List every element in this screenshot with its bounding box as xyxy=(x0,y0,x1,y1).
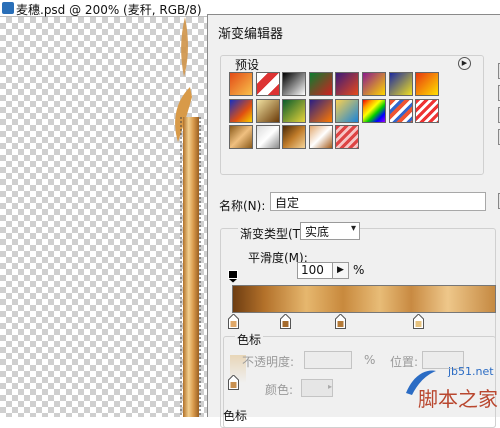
preset-swatch[interactable] xyxy=(415,72,440,96)
opacity-input[interactable] xyxy=(304,351,352,369)
photoshop-file-icon xyxy=(2,2,14,14)
wheat-stalk-artwork xyxy=(175,17,201,417)
name-input[interactable]: 自定 xyxy=(270,192,486,211)
smoothness-arrow-icon[interactable]: ▶ xyxy=(332,262,349,279)
color-label: 颜色: xyxy=(265,383,294,397)
opacity-label: 不透明度: xyxy=(242,355,295,369)
preset-swatch[interactable] xyxy=(388,72,413,96)
preset-swatch[interactable] xyxy=(229,125,253,150)
opacity-stop-marker[interactable] xyxy=(228,270,238,283)
color-stop-preview-icon xyxy=(228,375,239,390)
gradient-preview-bar[interactable] xyxy=(232,285,496,313)
preset-swatch[interactable] xyxy=(362,98,386,123)
preset-swatch[interactable] xyxy=(255,72,280,96)
gradient-type-select[interactable]: 实底 ▾ xyxy=(300,222,360,240)
preset-swatch[interactable] xyxy=(415,98,440,123)
preset-swatch[interactable] xyxy=(229,98,253,123)
chevron-right-icon[interactable]: ▸ xyxy=(328,379,338,395)
preset-swatch[interactable] xyxy=(282,125,307,150)
smoothness-unit: % xyxy=(353,263,365,277)
preset-swatch[interactable] xyxy=(282,98,307,123)
watermark-text: 脚本之家 xyxy=(418,387,498,411)
gradient-editor-dialog: 渐变编辑器 预设 ▶ 名称(N): 自定 渐变类型(T): 实底 ▾ 平滑度(M… xyxy=(207,14,500,428)
color-stop-marker[interactable] xyxy=(280,314,291,329)
canvas-area[interactable] xyxy=(0,17,210,417)
preset-swatch[interactable] xyxy=(335,125,360,150)
document-tab[interactable]: 麦穗.psd @ 200% (麦秆, RGB/8) xyxy=(0,0,210,17)
preset-swatch[interactable] xyxy=(308,125,333,150)
watermark: jb51.net 脚本之家 xyxy=(400,363,500,417)
preset-swatch[interactable] xyxy=(308,72,333,96)
name-label: 名称(N): xyxy=(219,199,266,213)
color-stop-marker[interactable] xyxy=(335,314,346,329)
stops-group-label: 色标 xyxy=(235,331,264,348)
color-stop-marker[interactable] xyxy=(228,314,239,329)
smoothness-input[interactable]: 100 xyxy=(297,262,333,279)
chevron-down-icon: ▾ xyxy=(350,223,356,234)
presets-label: 预设 xyxy=(232,56,263,73)
preset-swatch[interactable] xyxy=(335,98,360,123)
preset-swatch[interactable] xyxy=(335,72,360,96)
preset-swatch[interactable] xyxy=(282,72,307,96)
gradient-type-value: 实底 xyxy=(305,225,330,239)
preset-swatch[interactable] xyxy=(255,98,280,123)
preset-swatch[interactable] xyxy=(362,72,386,96)
color-stop-marker[interactable] xyxy=(413,314,424,329)
opacity-unit: % xyxy=(364,353,376,367)
presets-menu-icon[interactable]: ▶ xyxy=(458,57,471,70)
document-title: 麦穗.psd @ 200% (麦秆, RGB/8) xyxy=(16,3,202,17)
preset-swatch[interactable] xyxy=(229,72,253,96)
color-stop-section-label: 色标 xyxy=(223,409,248,423)
preset-swatch[interactable] xyxy=(255,125,280,150)
watermark-site: jb51.net xyxy=(448,365,494,378)
preset-swatch[interactable] xyxy=(388,98,413,123)
preset-swatch[interactable] xyxy=(308,98,333,123)
dialog-title: 渐变编辑器 xyxy=(218,27,284,42)
